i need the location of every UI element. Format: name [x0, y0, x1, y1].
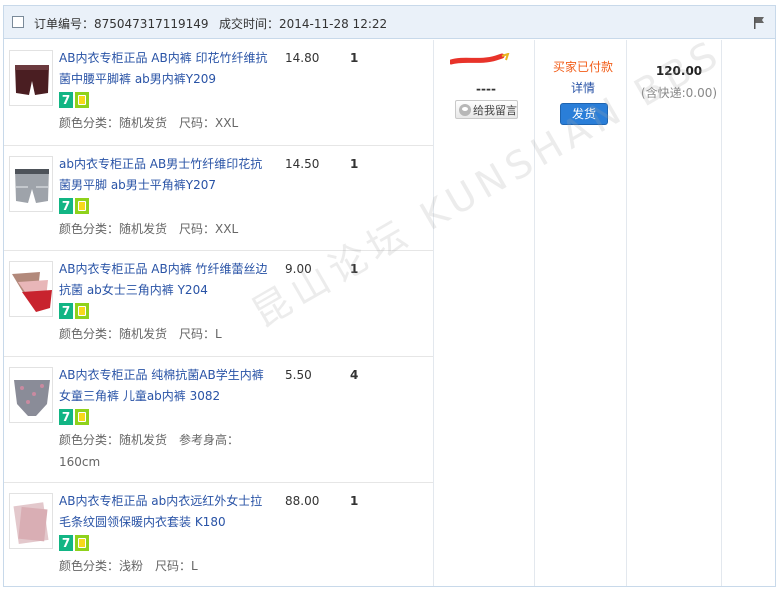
sku-info: 颜色分类：浅粉 尺码：L — [59, 559, 198, 573]
leave-message-label: 给我留言 — [473, 103, 517, 117]
product-thumbnail[interactable] — [9, 261, 53, 317]
product-thumbnail[interactable] — [9, 156, 53, 212]
product-title[interactable]: ab内衣专柜正品 AB男士竹纤维印花抗菌男平脚 ab男士平角裤Y207 — [59, 154, 273, 196]
sku-info: 颜色分类：随机发货 尺码：XXL — [59, 222, 239, 236]
service-7day-icon[interactable]: 7 — [59, 409, 73, 425]
column-divider — [721, 40, 722, 586]
unit-price: 14.50 — [285, 157, 320, 171]
order-item: AB内衣专柜正品 AB内裤 竹纤维蕾丝边抗菌 ab女士三角内裤 Y204 9.0… — [4, 251, 433, 357]
service-badges: 7 — [59, 409, 89, 425]
sku-info: 颜色分类：随机发货 参考身高：160cm — [59, 433, 240, 469]
unit-price: 14.80 — [285, 51, 320, 65]
unit-price: 5.50 — [285, 368, 312, 382]
column-divider — [626, 40, 627, 586]
buyer-dash: ---- — [476, 82, 496, 96]
insurance-icon[interactable] — [75, 198, 89, 214]
product-title[interactable]: AB内衣专柜正品 ab内衣远红外女士拉毛条纹圆领保暖内衣套装 K180 — [59, 491, 273, 533]
order-item: ab内衣专柜正品 AB男士竹纤维印花抗菌男平脚 ab男士平角裤Y207 14.5… — [4, 146, 433, 251]
order-header: 订单编号：875047317119149 成交时间：2014-11-28 12:… — [4, 6, 775, 39]
service-7day-icon[interactable]: 7 — [59, 198, 73, 214]
service-7day-icon[interactable]: 7 — [59, 303, 73, 319]
order-item: AB内衣专柜正品 纯棉抗菌AB学生内裤 女童三角裤 儿童ab内裤 3082 5.… — [4, 357, 433, 483]
sku-info: 颜色分类：随机发货 尺码：XXL — [59, 116, 239, 130]
column-divider — [534, 40, 535, 586]
order-number: 订单编号：875047317119149 — [34, 17, 209, 31]
insurance-icon[interactable] — [75, 535, 89, 551]
product-thumbnail[interactable] — [9, 493, 53, 549]
select-checkbox[interactable] — [12, 16, 24, 28]
product-thumbnail[interactable] — [9, 367, 53, 423]
message-icon — [459, 103, 471, 116]
flag-icon[interactable] — [753, 16, 765, 29]
quantity: 1 — [350, 494, 359, 508]
order-total: 120.00 — [655, 64, 703, 78]
detail-link[interactable]: 详情 — [553, 79, 613, 96]
deal-time: 成交时间：2014-11-28 12:22 — [219, 17, 388, 31]
product-title[interactable]: AB内衣专柜正品 纯棉抗菌AB学生内裤 女童三角裤 儿童ab内裤 3082 — [59, 365, 273, 407]
shipping-fee: (含快递:0.00) — [640, 86, 718, 100]
insurance-icon[interactable] — [75, 303, 89, 319]
leave-message-button[interactable]: 给我留言 — [455, 100, 518, 119]
buyer-name-redacted[interactable] — [450, 53, 512, 67]
sku-info: 颜色分类：随机发货 尺码：L — [59, 327, 222, 341]
insurance-icon[interactable] — [75, 92, 89, 108]
service-badges: 7 — [59, 303, 89, 319]
order-status: 买家已付款 — [553, 60, 614, 74]
quantity: 1 — [350, 157, 359, 171]
ship-button[interactable]: 发货 — [560, 103, 608, 125]
product-title[interactable]: AB内衣专柜正品 AB内裤 竹纤维蕾丝边抗菌 ab女士三角内裤 Y204 — [59, 259, 273, 301]
service-badges: 7 — [59, 92, 89, 108]
unit-price: 9.00 — [285, 262, 312, 276]
column-divider — [433, 40, 434, 586]
order-card: 订单编号：875047317119149 成交时间：2014-11-28 12:… — [3, 5, 776, 587]
quantity: 1 — [350, 262, 359, 276]
order-item: AB内衣专柜正品 AB内裤 印花竹纤维抗菌中腰平脚裤 ab男内裤Y209 14.… — [4, 40, 433, 146]
service-7day-icon[interactable]: 7 — [59, 535, 73, 551]
insurance-icon[interactable] — [75, 409, 89, 425]
service-badges: 7 — [59, 198, 89, 214]
product-thumbnail[interactable] — [9, 50, 53, 106]
quantity: 4 — [350, 368, 359, 382]
service-7day-icon[interactable]: 7 — [59, 92, 73, 108]
unit-price: 88.00 — [285, 494, 320, 508]
service-badges: 7 — [59, 535, 89, 551]
product-title[interactable]: AB内衣专柜正品 AB内裤 印花竹纤维抗菌中腰平脚裤 ab男内裤Y209 — [59, 48, 273, 90]
order-item: AB内衣专柜正品 ab内衣远红外女士拉毛条纹圆领保暖内衣套装 K180 88.0… — [4, 483, 433, 588]
quantity: 1 — [350, 51, 359, 65]
